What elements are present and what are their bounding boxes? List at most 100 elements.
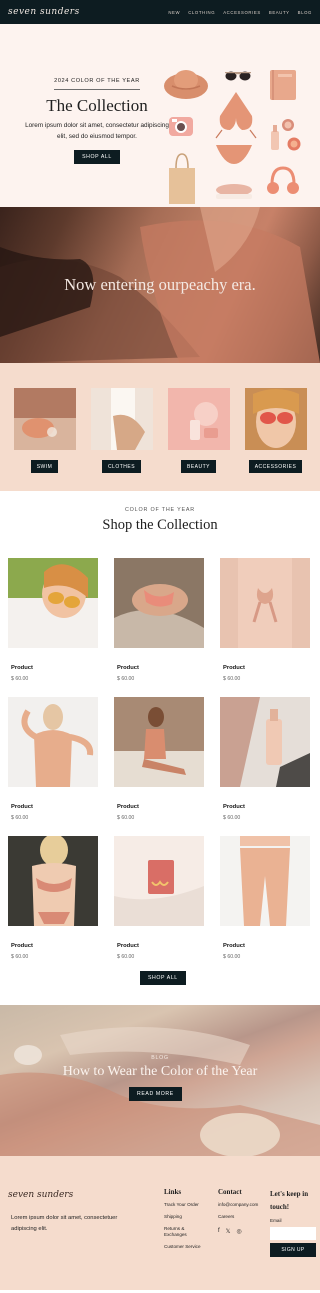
nav-link-beauty[interactable]: BEAUTY bbox=[269, 10, 290, 15]
product-name[interactable]: Product bbox=[8, 943, 98, 949]
newsletter-email-input[interactable] bbox=[270, 1227, 316, 1240]
x-icon[interactable]: 𝕏 bbox=[226, 1228, 231, 1235]
hero-banner: Now entering ourpeachy era. bbox=[0, 207, 320, 363]
product-image[interactable] bbox=[8, 697, 98, 787]
product-card[interactable]: Product $ 60.00 bbox=[220, 558, 310, 697]
compact-image bbox=[282, 119, 294, 131]
bikini-bottom-image bbox=[216, 145, 252, 164]
category-accessories: ACCESSORIES bbox=[244, 388, 307, 491]
tote-bag-image bbox=[169, 153, 195, 204]
product-name[interactable]: Product bbox=[114, 665, 204, 671]
product-grid: Product $ 60.00 Product $ 60.00 Product … bbox=[8, 558, 311, 975]
email-label: Email bbox=[270, 1218, 282, 1223]
category-clothes: CLOTHES bbox=[90, 388, 153, 491]
product-image[interactable] bbox=[220, 836, 310, 926]
category-beauty: BEAUTY bbox=[167, 388, 230, 491]
category-swim-button[interactable]: SWIM bbox=[30, 460, 59, 473]
product-name[interactable]: Product bbox=[220, 943, 310, 949]
product-image[interactable] bbox=[8, 834, 98, 926]
notebook-image bbox=[270, 70, 296, 100]
product-name[interactable]: Product bbox=[220, 665, 310, 671]
product-image[interactable] bbox=[220, 697, 310, 787]
product-card[interactable]: Product $ 60.00 bbox=[8, 834, 98, 975]
category-swim: SWIM bbox=[13, 388, 76, 491]
product-image[interactable] bbox=[114, 836, 204, 926]
shop-section: COLOR OF THE YEAR Shop the Collection Pr… bbox=[0, 491, 320, 1005]
headphones-image bbox=[267, 166, 299, 194]
facebook-icon[interactable]: f bbox=[218, 1228, 220, 1235]
footer-links-column: Links Track Your Order Shipping Returns … bbox=[164, 1188, 201, 1250]
banner-headline: Now entering ourpeachy era. bbox=[64, 275, 256, 294]
category-accessories-image[interactable] bbox=[244, 388, 307, 450]
footer-link-shipping[interactable]: Shipping bbox=[164, 1214, 201, 1220]
product-price: $ 60.00 bbox=[117, 676, 135, 682]
product-price: $ 60.00 bbox=[223, 954, 241, 960]
product-card[interactable]: Product $ 60.00 bbox=[8, 697, 98, 836]
blog-section: BLOG How to Wear the Color of the Year R… bbox=[0, 1005, 320, 1156]
product-card[interactable]: Product $ 60.00 bbox=[114, 697, 204, 836]
product-price: $ 60.00 bbox=[223, 815, 241, 821]
instagram-icon[interactable]: ◎ bbox=[237, 1228, 242, 1235]
hero-section: 2024 COLOR OF THE YEAR The Collection Lo… bbox=[0, 24, 320, 207]
footer-description: Lorem ipsum dolor sit amet, consectetuer… bbox=[11, 1215, 118, 1232]
product-image[interactable] bbox=[114, 558, 204, 648]
product-card[interactable]: Product $ 60.00 bbox=[8, 558, 98, 697]
category-row: SWIM CLOTHES BEAUTY ACCESSORIES bbox=[0, 363, 320, 491]
product-card[interactable]: Product $ 60.00 bbox=[220, 836, 310, 975]
footer-link-returns[interactable]: Returns & Exchanges bbox=[164, 1226, 198, 1238]
product-name[interactable]: Product bbox=[8, 665, 98, 671]
newsletter-heading: Let's keep in touch! bbox=[270, 1190, 309, 1211]
product-name[interactable]: Product bbox=[220, 804, 310, 810]
footer-newsletter-column: Let's keep in touch! Email SIGN UP bbox=[270, 1188, 318, 1257]
shop-all-button[interactable]: SHOP ALL bbox=[140, 971, 186, 985]
sun-hat-image bbox=[164, 70, 208, 99]
footer-logo[interactable]: seven sunders bbox=[8, 1190, 73, 1200]
hero-subtitle: Lorem ipsum dolor sit amet, consectetur … bbox=[25, 122, 169, 140]
product-price: $ 60.00 bbox=[223, 676, 241, 682]
product-price: $ 60.00 bbox=[117, 815, 135, 821]
nav-link-new[interactable]: NEW bbox=[168, 10, 180, 15]
blog-eyebrow: BLOG bbox=[151, 1055, 169, 1061]
shop-eyebrow: COLOR OF THE YEAR bbox=[124, 507, 195, 513]
camera-image bbox=[169, 117, 193, 136]
nav-links: NEW CLOTHING ACCESSORIES BEAUTY BLOG bbox=[168, 10, 312, 15]
hero-text: 2024 COLOR OF THE YEAR The Collection Lo… bbox=[22, 69, 172, 164]
category-swim-image[interactable] bbox=[13, 388, 76, 450]
sneakers-image bbox=[216, 184, 252, 199]
nav-link-clothing[interactable]: CLOTHING bbox=[188, 10, 215, 15]
fruit-image bbox=[287, 137, 301, 151]
product-name[interactable]: Product bbox=[8, 804, 98, 810]
footer-contact-heading: Contact bbox=[218, 1188, 242, 1196]
product-price: $ 60.00 bbox=[11, 815, 29, 821]
site-logo[interactable]: seven sunders bbox=[8, 7, 80, 17]
product-name[interactable]: Product bbox=[114, 804, 204, 810]
nav-link-accessories[interactable]: ACCESSORIES bbox=[223, 10, 261, 15]
product-image[interactable] bbox=[114, 697, 204, 787]
product-name[interactable]: Product bbox=[114, 943, 204, 949]
product-card[interactable]: Product $ 60.00 bbox=[114, 836, 204, 975]
hero-shop-all-button[interactable]: SHOP ALL bbox=[74, 150, 120, 164]
read-more-button[interactable]: READ MORE bbox=[129, 1087, 182, 1101]
blog-title[interactable]: How to Wear the Color of the Year bbox=[0, 1064, 320, 1080]
footer-links-heading: Links bbox=[164, 1188, 182, 1196]
footer-contact-email[interactable]: info@company.com bbox=[218, 1202, 258, 1208]
product-image[interactable] bbox=[220, 558, 310, 648]
category-beauty-image[interactable] bbox=[167, 388, 230, 450]
nav-link-blog[interactable]: BLOG bbox=[298, 10, 312, 15]
category-clothes-button[interactable]: CLOTHES bbox=[101, 460, 142, 473]
blog-photo bbox=[0, 1027, 320, 1156]
hero-eyebrow: 2024 COLOR OF THE YEAR bbox=[54, 78, 140, 90]
signup-button[interactable]: SIGN UP bbox=[270, 1243, 316, 1257]
product-card[interactable]: Product $ 60.00 bbox=[114, 558, 204, 697]
shop-title: Shop the Collection bbox=[102, 517, 218, 533]
footer-link-track-order[interactable]: Track Your Order bbox=[164, 1202, 201, 1208]
serum-bottle-image bbox=[271, 125, 279, 150]
product-card[interactable]: Product $ 60.00 bbox=[220, 697, 310, 836]
category-clothes-image[interactable] bbox=[90, 388, 153, 450]
category-beauty-button[interactable]: BEAUTY bbox=[180, 460, 216, 473]
product-image[interactable] bbox=[8, 558, 98, 648]
category-accessories-button[interactable]: ACCESSORIES bbox=[248, 460, 303, 473]
bikini-top-image bbox=[215, 92, 257, 139]
footer-contact-careers[interactable]: Careers bbox=[218, 1214, 258, 1220]
footer-link-customer-service[interactable]: Customer Service bbox=[164, 1244, 201, 1250]
